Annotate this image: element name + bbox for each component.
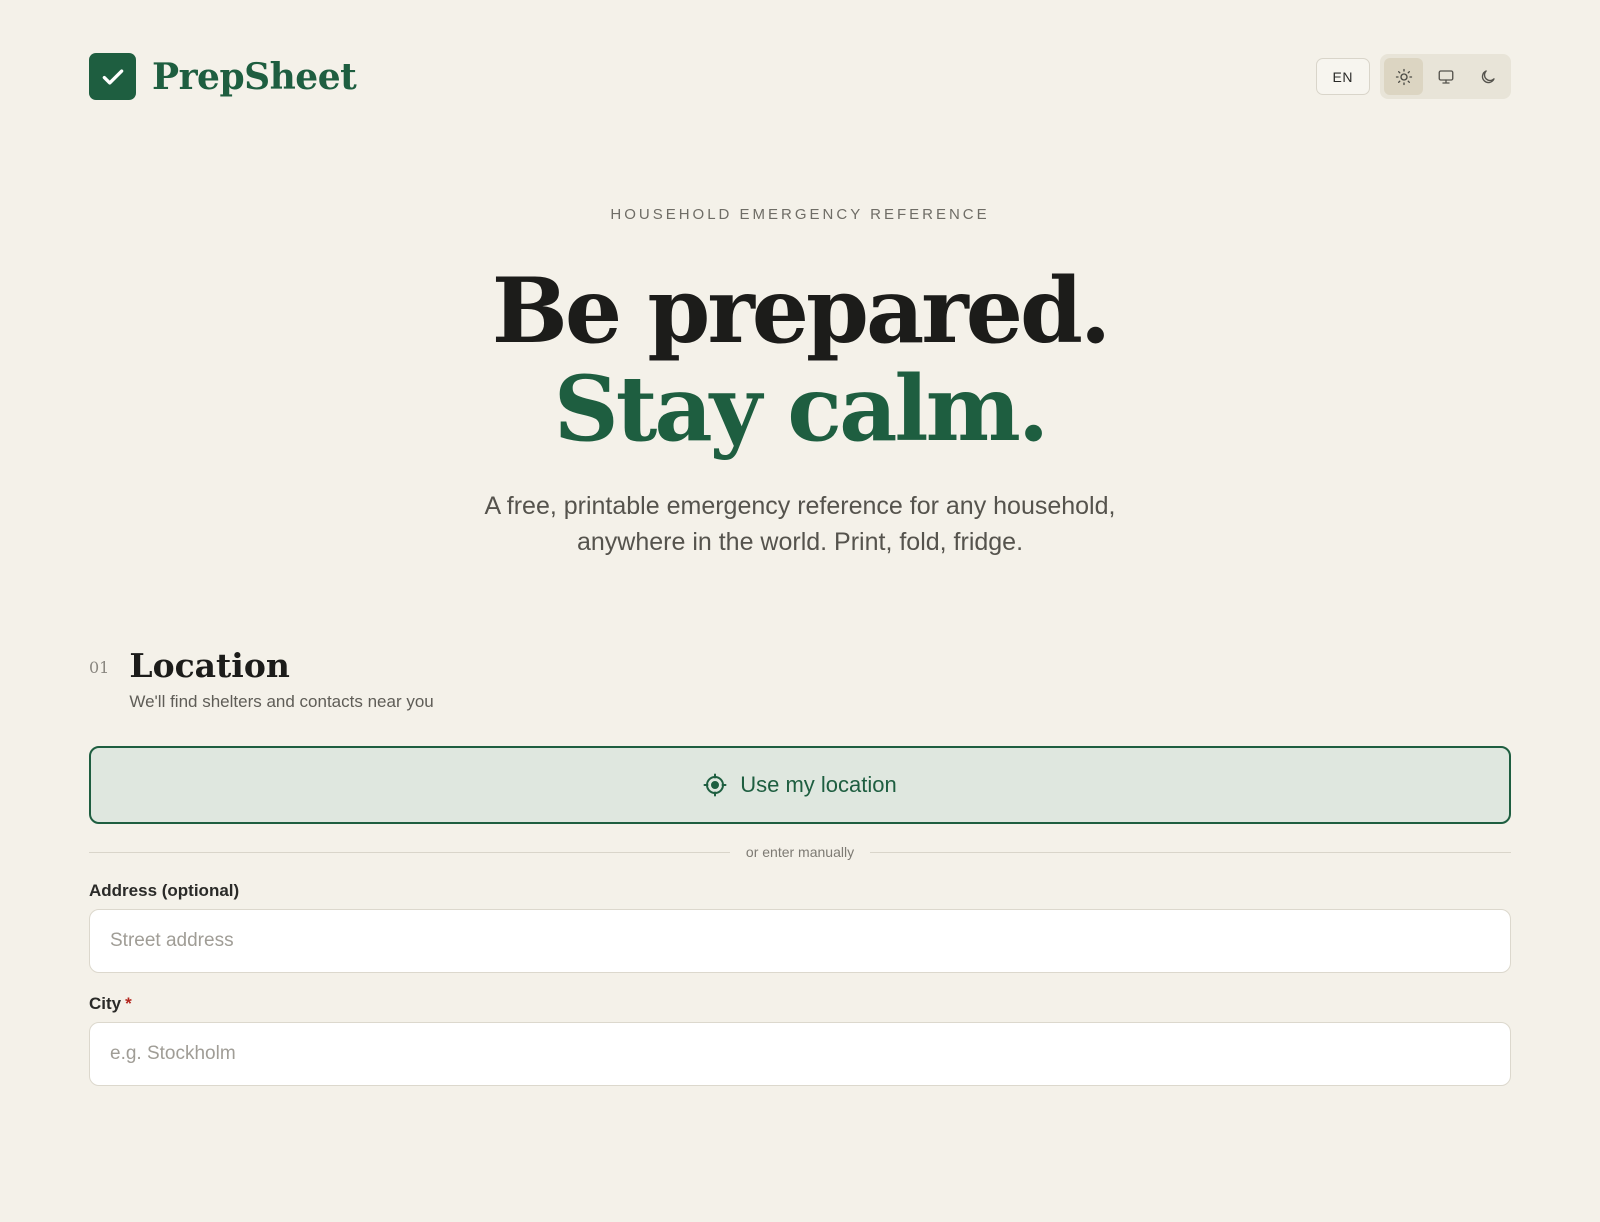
theme-switcher	[1380, 54, 1511, 99]
crosshair-icon	[703, 773, 727, 797]
section-number: 01	[89, 658, 110, 677]
manual-entry-divider: or enter manually	[89, 842, 1512, 862]
language-button[interactable]: EN	[1315, 58, 1370, 95]
use-location-label: Use my location	[740, 772, 897, 797]
sun-icon	[1395, 68, 1412, 85]
theme-light-button[interactable]	[1384, 58, 1423, 95]
section-heading: Location We'll find shelters and contact…	[129, 646, 433, 712]
theme-dark-button[interactable]	[1468, 58, 1507, 95]
app-header: PrepSheet EN	[89, 53, 1511, 100]
required-marker: *	[125, 994, 132, 1013]
brand[interactable]: PrepSheet	[89, 53, 357, 100]
location-section-header: 01 Location We'll find shelters and cont…	[89, 646, 434, 712]
checkmark-icon	[89, 53, 136, 100]
headline-line-1: Be prepared.	[491, 258, 1111, 364]
city-label: City *	[89, 994, 132, 1014]
city-input[interactable]	[89, 1022, 1511, 1086]
divider-line-right	[870, 851, 1512, 853]
address-label: Address (optional)	[89, 881, 240, 900]
hero-headline: Be prepared. Stay calm.	[0, 262, 1600, 458]
subline-line-2: anywhere in the world. Print, fold, frid…	[576, 528, 1024, 556]
city-label-text: City	[89, 994, 122, 1013]
section-title: Location	[129, 646, 290, 685]
moon-icon	[1481, 69, 1495, 83]
header-controls: EN	[1315, 54, 1511, 99]
brand-name: PrepSheet	[152, 55, 357, 98]
monitor-icon	[1438, 69, 1453, 84]
address-input[interactable]	[89, 909, 1511, 973]
headline-line-2: Stay calm.	[553, 356, 1049, 462]
divider-text: or enter manually	[745, 844, 855, 860]
section-subtitle: We'll find shelters and contacts near yo…	[129, 692, 434, 711]
theme-system-button[interactable]	[1426, 58, 1465, 95]
hero-eyebrow: HOUSEHOLD EMERGENCY REFERENCE	[610, 206, 990, 223]
hero-subline: A free, printable emergency reference fo…	[0, 488, 1600, 560]
subline-line-1: A free, printable emergency reference fo…	[484, 492, 1116, 520]
use-location-button[interactable]: Use my location	[89, 746, 1511, 824]
divider-line-left	[89, 851, 730, 853]
